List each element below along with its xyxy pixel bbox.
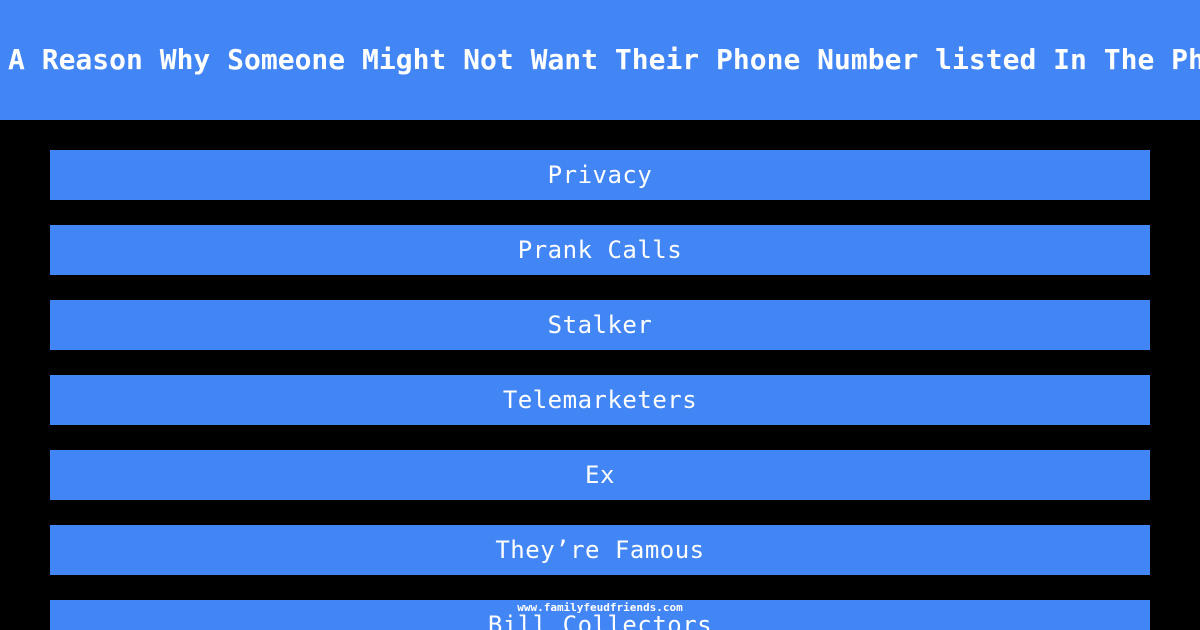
answer-row[interactable]: They’re Famous bbox=[50, 525, 1150, 575]
answer-row[interactable]: Telemarketers bbox=[50, 375, 1150, 425]
answer-label: They’re Famous bbox=[495, 536, 705, 564]
answer-row[interactable]: Bill Collectors bbox=[50, 600, 1150, 630]
answer-label: Telemarketers bbox=[502, 386, 698, 414]
answer-row[interactable]: Ex bbox=[50, 450, 1150, 500]
answer-label: Ex bbox=[585, 461, 615, 489]
answer-row[interactable]: Stalker bbox=[50, 300, 1150, 350]
answer-label: Privacy bbox=[547, 161, 653, 189]
answer-row[interactable]: Privacy bbox=[50, 150, 1150, 200]
answer-row[interactable]: Prank Calls bbox=[50, 225, 1150, 275]
answers-list: Privacy Prank Calls Stalker Telemarketer… bbox=[50, 150, 1150, 630]
answer-label: Stalker bbox=[547, 311, 653, 339]
answer-label: Bill Collectors bbox=[487, 611, 713, 630]
page-title: A Reason Why Someone Might Not Want Thei… bbox=[8, 43, 1200, 76]
answer-label: Prank Calls bbox=[517, 236, 683, 264]
family-feud-answer-card: A Reason Why Someone Might Not Want Thei… bbox=[0, 0, 1200, 630]
question-header-band: A Reason Why Someone Might Not Want Thei… bbox=[0, 0, 1200, 120]
